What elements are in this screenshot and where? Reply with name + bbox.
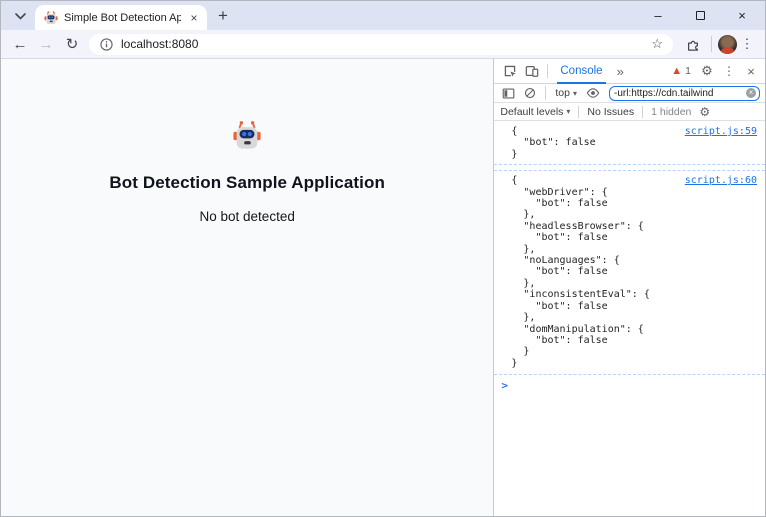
browser-menu-icon[interactable]: ⋮ [737,36,757,52]
chevron-down-icon [15,13,26,20]
console-filter-input[interactable] [614,88,746,99]
console-prompt-row[interactable]: > [494,374,765,392]
actionbar-separator [545,86,546,100]
profile-avatar[interactable] [718,35,737,54]
console-log-text: { "webDriver": { "bot": false }, "headle… [511,175,757,369]
chevron-down-icon: ▾ [566,107,570,116]
site-info-icon[interactable] [97,38,115,51]
devtools-tab-bar: Console » ▲ 1 ⚙ ⋮ × [494,59,765,84]
active-tab-underline [557,82,605,84]
clear-filter-icon[interactable]: × [746,88,756,98]
devtools-menu-icon[interactable]: ⋮ [719,61,739,81]
tab-strip: Simple Bot Detection App × + – × [1,1,765,30]
inspect-element-icon[interactable] [500,61,520,81]
tab-search-button[interactable] [9,6,31,26]
browser-tab[interactable]: Simple Bot Detection App × [35,5,207,30]
extensions-icon[interactable] [681,32,705,56]
refresh-icon[interactable]: ↻ [59,32,85,56]
warning-icon: ▲ [671,66,682,77]
maximize-glyph [696,11,705,20]
source-link[interactable]: script.js:60 [685,175,757,186]
console-entries: script.js:59{ "bot": false } script.js:60… [494,124,765,371]
source-link[interactable]: script.js:59 [685,126,757,137]
hidden-messages-gap [494,164,765,171]
back-icon[interactable]: ← [7,32,33,56]
tab-console[interactable]: Console [553,59,609,84]
more-tabs-icon[interactable]: » [612,64,629,79]
forward-icon[interactable]: → [33,32,59,56]
issues-link[interactable]: No Issues [587,106,634,118]
console-output: script.js:59{ "bot": false } script.js:60… [494,121,765,516]
window-controls: – × [649,1,757,30]
close-window-icon[interactable]: × [733,7,751,25]
robot-favicon-icon [44,11,58,25]
statusbar-separator [578,106,579,118]
clear-console-icon[interactable] [520,83,540,103]
robot-emoji [232,120,262,151]
log-levels-selector[interactable]: Default levels ▾ [500,106,570,118]
tab-close-icon[interactable]: × [187,11,201,25]
bookmark-star-icon[interactable]: ☆ [649,36,665,52]
tab-title: Simple Bot Detection App [64,12,181,24]
minimize-icon[interactable]: – [649,7,667,25]
new-tab-button[interactable]: + [211,4,235,28]
hidden-messages-count: 1 hidden [651,106,691,118]
console-tab-label: Console [560,65,602,77]
bot-detection-status: No bot detected [1,209,493,224]
maximize-icon[interactable] [691,7,709,25]
devtools-separator [547,64,548,78]
console-action-bar: top ▾ × [494,84,765,103]
toolbar-separator [711,36,712,52]
console-sidebar-toggle-icon[interactable] [498,83,518,103]
url-text[interactable]: localhost:8080 [121,37,649,51]
content-area: Bot Detection Sample Application No bot … [1,59,765,516]
web-page: Bot Detection Sample Application No bot … [1,59,493,516]
context-label: top [555,87,570,99]
console-filter-box: × [609,86,760,101]
browser-window: Simple Bot Detection App × + – × ← → ↻ l… [0,0,766,517]
console-status-bar: Default levels ▾ No Issues 1 hidden ⚙ [494,103,765,121]
log-levels-label: Default levels [500,106,563,118]
device-toolbar-icon[interactable] [522,61,542,81]
context-selector[interactable]: top ▾ [551,87,581,99]
issues-warning-button[interactable]: ▲ 1 [667,65,695,77]
address-bar[interactable]: localhost:8080 ☆ [89,34,673,55]
live-expression-eye-icon[interactable] [583,83,603,103]
navigation-toolbar: ← → ↻ localhost:8080 ☆ ⋮ [1,30,765,59]
devtools-settings-icon[interactable]: ⚙ [697,61,717,81]
devtools-panel: Console » ▲ 1 ⚙ ⋮ × [493,59,765,516]
console-prompt-icon: > [501,379,508,392]
console-entry: script.js:60{ "webDriver": { "bot": fals… [494,173,765,371]
devtools-close-icon[interactable]: × [741,61,761,81]
statusbar-separator [642,106,643,118]
console-entry: script.js:59{ "bot": false } [494,124,765,162]
page-title: Bot Detection Sample Application [1,173,493,193]
console-settings-icon[interactable]: ⚙ [699,105,710,119]
warning-count: 1 [685,65,691,77]
chevron-down-icon: ▾ [573,89,577,98]
